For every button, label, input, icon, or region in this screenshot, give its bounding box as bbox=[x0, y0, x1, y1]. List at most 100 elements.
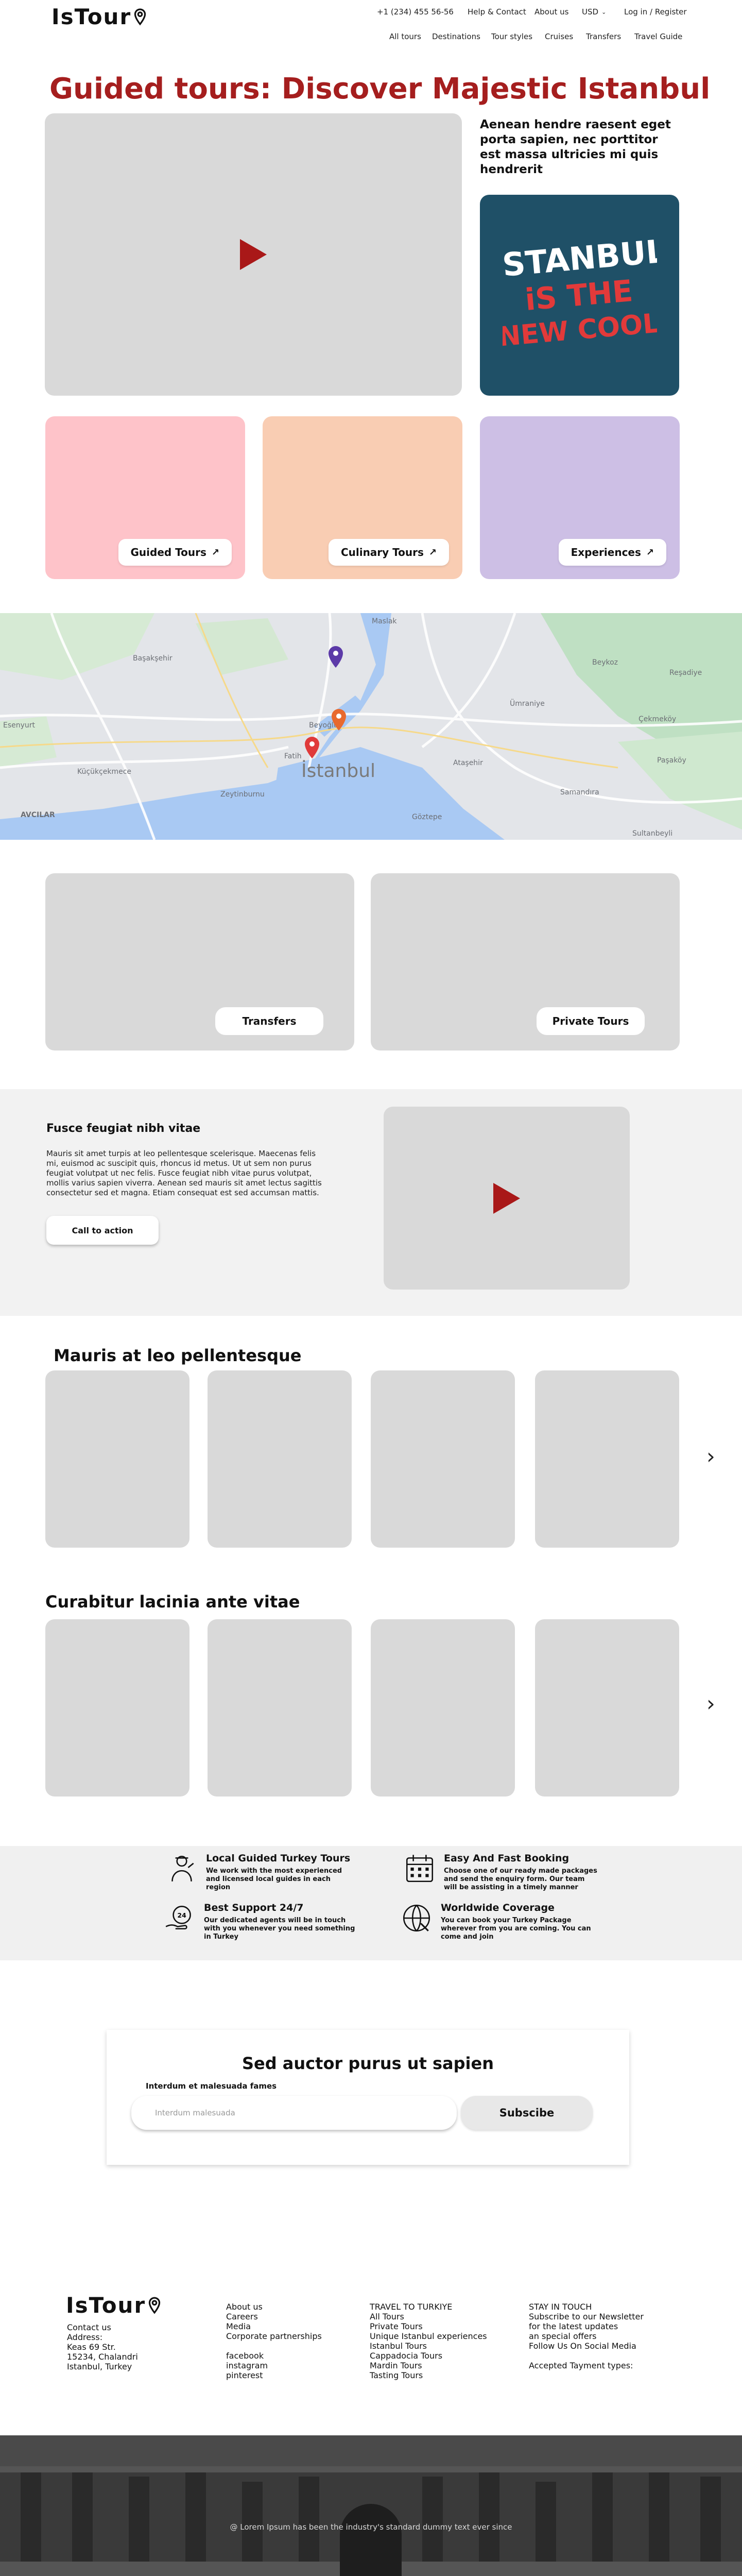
nav-destinations[interactable]: Destinations bbox=[432, 32, 480, 41]
footer-link[interactable]: Media bbox=[226, 2321, 322, 2331]
tile-experiences[interactable]: Experiences ↗ bbox=[480, 416, 680, 579]
footer-link[interactable]: Corporate partnerships bbox=[226, 2331, 322, 2341]
subscribe-title: Sed auctor purus ut sapien bbox=[242, 2054, 494, 2073]
footer-text: an special offers bbox=[529, 2331, 597, 2341]
istanbul-promo-image: iSTANBUL iS THE NEW COOL bbox=[480, 195, 679, 396]
page-title: Guided tours: Discover Majestic Istanbul bbox=[49, 72, 711, 106]
footer-company-column: About us Careers Media Corporate partner… bbox=[226, 2302, 322, 2380]
arrow-up-right-icon: ↗ bbox=[211, 547, 219, 558]
footer-link[interactable]: Cappadocia Tours bbox=[370, 2351, 487, 2361]
play-icon[interactable] bbox=[240, 239, 267, 270]
map-label: Maslak bbox=[372, 617, 397, 625]
transfers-button[interactable]: Transfers bbox=[215, 1007, 323, 1035]
benefit-title: Best Support 24/7 bbox=[204, 1902, 304, 1913]
guided-tours-button[interactable]: Guided Tours ↗ bbox=[118, 539, 232, 566]
footer-travel-column: TRAVEL TO TURKIYE All Tours Private Tour… bbox=[370, 2302, 487, 2380]
map-graphic: Maslak Başakşehir Esenyurt Küçükçekmece … bbox=[0, 613, 742, 840]
map-label: Fatih bbox=[284, 752, 302, 760]
experiences-button[interactable]: Experiences ↗ bbox=[558, 539, 666, 566]
carousel-card[interactable] bbox=[208, 1370, 352, 1548]
footer-link[interactable]: Private Tours bbox=[370, 2321, 487, 2331]
chevron-right-icon[interactable]: › bbox=[706, 1691, 715, 1716]
footer-social-link[interactable]: pinterest bbox=[226, 2370, 322, 2380]
carousel-card[interactable] bbox=[371, 1619, 515, 1797]
carousel-card[interactable] bbox=[45, 1370, 189, 1548]
call-to-action-button[interactable]: Call to action bbox=[46, 1216, 159, 1245]
hero-lead-text: Aenean hendre raesent eget porta sapien,… bbox=[480, 118, 671, 176]
nav-tour-styles[interactable]: Tour styles bbox=[491, 32, 532, 41]
private-tours-button[interactable]: Private Tours bbox=[537, 1007, 645, 1035]
culinary-tours-button[interactable]: Culinary Tours ↗ bbox=[328, 539, 449, 566]
carousel-card[interactable] bbox=[535, 1370, 679, 1548]
chevron-right-icon[interactable]: › bbox=[706, 1444, 715, 1469]
footer-contact-link[interactable]: Contact us bbox=[67, 2323, 138, 2332]
map-label: AVCILAR bbox=[21, 811, 55, 819]
promo-line-1: iSTANBUL bbox=[503, 232, 657, 284]
currency-select[interactable]: USD ⌄ bbox=[582, 7, 606, 16]
benefit-desc: Choose one of our ready made packages an… bbox=[444, 1867, 597, 1891]
chevron-down-icon: ⌄ bbox=[601, 8, 607, 15]
map-label: Reşadiye bbox=[669, 669, 702, 677]
phone-link[interactable]: +1 (234) 455 56-56 bbox=[377, 7, 454, 16]
carousel-card[interactable] bbox=[45, 1619, 189, 1797]
footer-text: 15234, Chalandri bbox=[67, 2352, 138, 2362]
footer-link[interactable]: Unique Istanbul experiences bbox=[370, 2331, 487, 2341]
logo-text: IsTour bbox=[51, 4, 132, 29]
benefit-item: Easy And Fast Booking Choose one of our … bbox=[403, 1852, 598, 1892]
promo-line-3: NEW COOL bbox=[503, 308, 657, 352]
footer-text: Keas 69 Str. bbox=[67, 2342, 116, 2352]
nav-cruises[interactable]: Cruises bbox=[545, 32, 573, 41]
footer-link[interactable]: Istanbul Tours bbox=[370, 2341, 487, 2351]
footer-link[interactable]: All Tours bbox=[370, 2312, 487, 2321]
hero-video[interactable] bbox=[45, 113, 462, 396]
transfers-card[interactable]: Transfers bbox=[45, 873, 354, 1050]
location-pin-icon bbox=[134, 8, 146, 25]
carousel-card[interactable] bbox=[371, 1370, 515, 1548]
login-register-link[interactable]: Log in / Register bbox=[624, 7, 687, 16]
map-label: Paşaköy bbox=[657, 756, 686, 765]
footer-contact-column: Contact us Address: Keas 69 Str. 15234, … bbox=[67, 2323, 138, 2371]
carousel-1-title: Mauris at leo pellentesque bbox=[54, 1346, 302, 1365]
tile-guided-tours[interactable]: Guided Tours ↗ bbox=[45, 416, 245, 579]
benefit-desc: We work with the most experienced and li… bbox=[206, 1867, 342, 1891]
subscribe-box: Sed auctor purus ut sapien Interdum et m… bbox=[107, 2030, 629, 2165]
private-tours-card[interactable]: Private Tours bbox=[371, 873, 680, 1050]
subscribe-button[interactable]: Subscibe bbox=[461, 2096, 593, 2130]
benefit-desc: You can book your Turkey Package whereve… bbox=[441, 1917, 591, 1941]
feature-video[interactable] bbox=[384, 1107, 630, 1290]
footer-social-link[interactable]: facebook bbox=[226, 2351, 322, 2361]
footer-link[interactable]: About us bbox=[226, 2302, 322, 2312]
tile-culinary-tours[interactable]: Culinary Tours ↗ bbox=[263, 416, 462, 579]
benefits-section bbox=[0, 1846, 742, 1960]
logo[interactable]: IsTour bbox=[51, 4, 147, 29]
istanbul-map[interactable]: Maslak Başakşehir Esenyurt Küçükçekmece … bbox=[0, 613, 742, 840]
nav-all-tours[interactable]: All tours bbox=[389, 32, 421, 41]
nav-travel-guide[interactable]: Travel Guide bbox=[634, 32, 682, 41]
map-label: Başakşehir bbox=[133, 654, 172, 663]
footer-social-link[interactable]: instagram bbox=[226, 2361, 322, 2370]
about-us-link[interactable]: About us bbox=[534, 7, 568, 16]
footer-logo[interactable]: IsTour bbox=[66, 2293, 161, 2318]
map-label: Esenyurt bbox=[3, 721, 36, 730]
carousel-card[interactable] bbox=[208, 1619, 352, 1797]
benefit-item: 24 Best Support 24/7 Our dedicated agent… bbox=[163, 1901, 358, 1941]
play-icon[interactable] bbox=[493, 1182, 520, 1214]
map-label: Ataşehir bbox=[453, 759, 483, 767]
footer-heading: TRAVEL TO TURKIYE bbox=[370, 2302, 453, 2312]
benefit-title: Worldwide Coverage bbox=[441, 1902, 555, 1913]
map-city-label: İstanbul bbox=[301, 760, 375, 782]
carousel-card[interactable] bbox=[535, 1619, 679, 1797]
nav-transfers[interactable]: Transfers bbox=[586, 32, 621, 41]
footer-link[interactable]: Mardin Tours bbox=[370, 2361, 487, 2370]
map-label: Samandıra bbox=[560, 788, 599, 796]
footer-link[interactable]: Careers bbox=[226, 2312, 322, 2321]
culinary-tours-label: Culinary Tours bbox=[340, 546, 424, 558]
subscribe-email-input[interactable] bbox=[131, 2096, 457, 2130]
help-contact-link[interactable]: Help & Contact bbox=[468, 7, 526, 16]
benefit-item: Local Guided Turkey Tours We work with t… bbox=[165, 1852, 355, 1892]
benefit-desc: Our dedicated agents will be in touch wi… bbox=[204, 1917, 355, 1941]
footer-text: Follow Us On Social Media bbox=[529, 2341, 636, 2351]
guide-icon bbox=[171, 1855, 194, 1882]
footer-link[interactable]: Tasting Tours bbox=[370, 2370, 487, 2380]
feature-body: Mauris sit amet turpis at leo pellentesq… bbox=[46, 1149, 322, 1197]
